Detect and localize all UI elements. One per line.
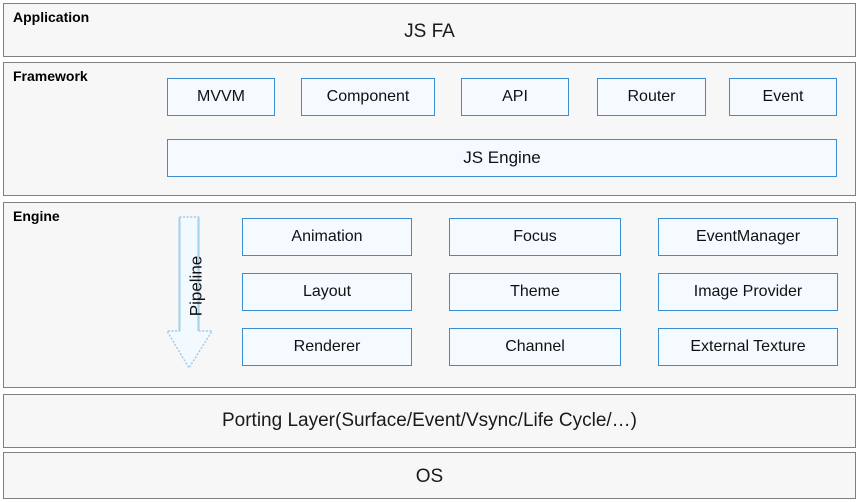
- engine-module-theme[interactable]: Theme: [449, 273, 621, 311]
- layer-label-engine: Engine: [13, 208, 60, 225]
- framework-module-api[interactable]: API: [461, 78, 569, 116]
- engine-module-channel[interactable]: Channel: [449, 328, 621, 366]
- layer-label-framework: Framework: [13, 68, 88, 85]
- engine-module-focus[interactable]: Focus: [449, 218, 621, 256]
- framework-module-component[interactable]: Component: [301, 78, 435, 116]
- engine-module-image-provider[interactable]: Image Provider: [658, 273, 838, 311]
- framework-module-router[interactable]: Router: [597, 78, 706, 116]
- application-content-label: JS FA: [4, 21, 855, 43]
- framework-module-mvvm[interactable]: MVVM: [167, 78, 275, 116]
- pipeline-arrow-icon: [166, 216, 226, 371]
- layer-panel-application: Application JS FA: [3, 3, 856, 57]
- engine-module-layout[interactable]: Layout: [242, 273, 412, 311]
- engine-module-renderer[interactable]: Renderer: [242, 328, 412, 366]
- framework-module-event[interactable]: Event: [729, 78, 837, 116]
- os-layer-label: OS: [4, 466, 855, 488]
- layer-panel-porting: Porting Layer(Surface/Event/Vsync/Life C…: [3, 394, 856, 448]
- framework-module-js-engine[interactable]: JS Engine: [167, 139, 837, 177]
- engine-module-animation[interactable]: Animation: [242, 218, 412, 256]
- porting-layer-label: Porting Layer(Surface/Event/Vsync/Life C…: [4, 410, 855, 432]
- engine-module-external-texture[interactable]: External Texture: [658, 328, 838, 366]
- layer-panel-os: OS: [3, 452, 856, 499]
- architecture-diagram: Application JS FA Framework MVVM Compone…: [0, 0, 859, 502]
- engine-module-event-manager[interactable]: EventManager: [658, 218, 838, 256]
